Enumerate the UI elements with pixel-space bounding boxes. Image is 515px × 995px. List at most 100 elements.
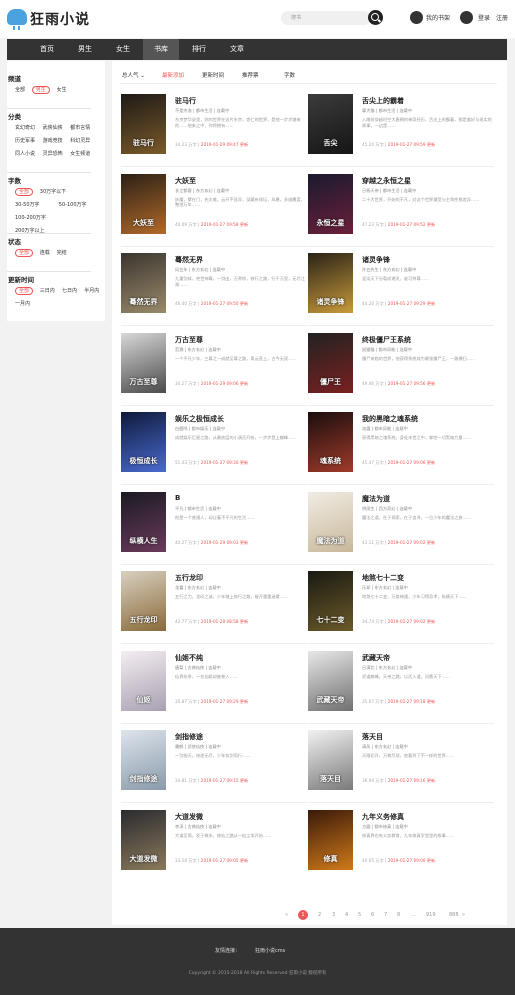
page-link[interactable]: » [462,910,465,920]
book-title[interactable]: B [175,494,180,502]
filter-option[interactable]: 男生 [31,86,50,94]
book-title[interactable]: 剑指修途 [175,732,203,742]
site-brand[interactable]: 狂雨小说 [30,9,90,29]
book-title[interactable]: 终极僵尸王系统 [362,335,411,345]
filter-option[interactable]: 三日内 [40,287,55,295]
book-title[interactable]: 落天目 [362,732,383,742]
nav-item[interactable]: 男生 [67,39,103,60]
filter-option[interactable]: 武侠仙侠 [43,124,63,132]
book-title[interactable]: 大道发微 [175,812,203,822]
filter-option[interactable]: 50-100万字 [59,201,87,209]
book-card[interactable]: 五行龙印 五行龙印 龙嘉 | 东方玄幻 | 连载中 五行之力，龙印之谜，少年踏上修行之… [121,571,311,643]
book-cover[interactable]: 落天目 [308,730,353,790]
book-title[interactable]: 九年义务修真 [362,812,404,822]
filter-option[interactable]: 100-200万字 [15,214,46,222]
page-link[interactable]: 8 [397,910,400,920]
sort-option[interactable]: 更新时间 [202,71,224,79]
book-cover[interactable]: 僵尸王 [308,332,353,393]
filter-option[interactable]: 玄幻奇幻 [15,124,35,132]
book-title[interactable]: 穿越之永恒之星 [362,176,411,186]
filter-option[interactable]: 全部 [15,188,34,196]
book-card[interactable]: 落天目 落天目 清风 | 东方玄幻 | 连载中 天眼初开，万物尽现，他看到了不一样的世… [308,730,498,802]
book-card[interactable]: 魔法为道 魔法为道 阴雨生 | 西方奇幻 | 连载中 魔法之道，在于探索，在于追寻，一… [308,491,498,564]
book-card[interactable]: 大道发微 大道发微 李淳 | 古典仙侠 | 连载中 大道至简，发于微末，修仙之路从一粒… [121,809,311,882]
book-title[interactable]: 驻马行 [175,96,196,106]
book-cover[interactable]: 修真 [308,809,353,870]
book-card[interactable]: 武藏天帝 武藏天帝 吕漠北 | 东方玄幻 | 连载中 武道巅峰，天帝之路，以武入道，问… [308,650,498,723]
book-cover[interactable]: 永恒之星 [308,173,353,234]
book-card[interactable]: 魂系统 我的黑暗之魂系统 洛霞 | 都市异能 | 连载中 获得黑暗之魂系统，身处末世之… [308,412,498,484]
filter-option[interactable]: 都市言情 [70,124,90,132]
book-cover[interactable]: 仙姬 [121,650,166,711]
book-cover[interactable]: 七十二变 [308,571,353,631]
filter-option[interactable]: 七日内 [62,287,77,295]
filter-option[interactable]: 30万字以下 [40,188,66,196]
filter-option[interactable]: 全部 [15,249,34,257]
bookshelf-icon[interactable] [410,11,423,24]
book-cover[interactable]: 诸灵争锋 [308,253,353,313]
book-title[interactable]: 地煞七十二变 [362,573,404,583]
book-card[interactable]: 舌尖 舌尖上的霸着 尊大猫 | 都市生活 | 连载中 入睡前穿越时空大唐朝的神奇经历，… [308,94,498,166]
friend-link[interactable]: 狂雨小说cms [255,947,285,954]
nav-item[interactable]: 文章 [219,39,255,60]
book-card[interactable]: 修真 九年义务修真 方圆 | 都市修真 | 连载中 修真界也有义务教育，九年修真学堂里… [308,809,498,882]
book-cover[interactable]: 纵横人生 [121,491,166,552]
sort-option[interactable]: 总人气 ⌄ [122,71,145,79]
search-input[interactable]: 搜书 [281,11,371,25]
book-title[interactable]: 仙姬不纯 [175,653,203,663]
book-cover[interactable]: 驻马行 [121,94,166,154]
page-link[interactable]: 5 [358,910,361,920]
nav-item[interactable]: 首页 [29,39,65,60]
book-title[interactable]: 娱乐之极恒成长 [175,414,224,424]
book-cover[interactable]: 极恒成长 [121,412,166,472]
page-link[interactable]: 3 [332,910,335,920]
book-card[interactable]: 纵横人生 B 平凡 | 都市生活 | 连载中 他是一个普通人，却过着不平凡的生活…… 4… [121,491,311,564]
filter-option[interactable]: 连载 [40,249,50,257]
book-card[interactable]: 七十二变 地煞七十二变 乐邦 | 东方玄幻 | 连载中 地煞七十二变，万般神通，少年习… [308,571,498,643]
filter-option[interactable]: 半月内 [84,287,99,295]
filter-option[interactable]: 30-50万字 [15,201,40,209]
filter-option[interactable]: 科幻灵异 [70,137,90,145]
book-card[interactable]: 僵尸王 终极僵尸王系统 鼠猫猫 | 都市异能 | 连载中 僵尸来临的世界，他获得系统成… [308,332,498,405]
book-title[interactable]: 魔法为道 [362,494,390,504]
filter-option[interactable]: 全部 [15,287,34,295]
book-card[interactable]: 驻马行 驻马行 不是杰洛 | 都市生活 | 连载中 东京梦华录里，你的世界在这片东京，… [121,94,311,166]
book-title[interactable]: 诸灵争锋 [362,255,390,265]
book-title[interactable]: 武藏天帝 [362,653,390,663]
book-card[interactable]: 剑指修途 剑指修途 墨鹤 | 武侠仙侠 | 连载中 一剑指天，修途无尽，少年执剑而行…… [121,730,311,802]
sort-option[interactable]: 推荐票 [242,71,259,79]
bookshelf-link[interactable]: 我的书架 [426,13,450,22]
book-card[interactable]: 仙姬 仙姬不纯 唐梨 | 古典仙侠 | 连载中 仙界纷争，一名仙姬却被卷入…… 35.8… [121,650,311,723]
book-cover[interactable]: 剑指修途 [121,730,166,790]
filter-option[interactable]: 游戏竞技 [43,137,63,145]
book-title[interactable]: 蓦然无界 [175,255,203,265]
book-cover[interactable]: 大道发微 [121,809,166,870]
page-link[interactable]: 1 [298,910,308,920]
page-link[interactable]: 4 [345,910,348,920]
book-title[interactable]: 大妖至 [175,176,196,186]
book-card[interactable]: 极恒成长 娱乐之极恒成长 白鹿鸣 | 都市娱乐 | 连载中 成就娱乐巨星之路，从最底层… [121,412,311,484]
page-link[interactable]: 7 [384,910,387,920]
page-link[interactable]: 6 [371,910,374,920]
sort-option-active[interactable]: 最新添加 [162,71,184,79]
book-cover[interactable]: 武藏天帝 [308,650,353,711]
nav-item-active[interactable]: 书库 [143,39,179,60]
book-cover[interactable]: 魔法为道 [308,491,353,552]
search-icon[interactable] [368,10,383,25]
book-title[interactable]: 我的黑暗之魂系统 [362,414,418,424]
book-card[interactable]: 蓦然无界 蓦然无界 风五年 | 东方玄幻 | 连载中 九重剑体，绝世神尊，一剑出，万界… [121,253,311,325]
page-link[interactable]: 919 [426,910,436,920]
book-cover[interactable]: 舌尖 [308,94,353,154]
user-icon[interactable] [460,11,473,24]
filter-option[interactable]: 女生频道 [70,150,90,158]
filter-option[interactable]: 完结 [57,249,67,257]
filter-option[interactable]: 全部 [15,86,25,94]
page-link[interactable]: « [285,910,288,920]
book-title[interactable]: 五行龙印 [175,573,203,583]
register-link[interactable]: 注册 [496,13,508,22]
nav-item[interactable]: 女生 [105,39,141,60]
book-cover[interactable]: 万古至尊 [121,332,166,393]
page-link[interactable]: 888 [449,910,459,920]
cloud-logo-icon[interactable] [7,9,27,30]
book-title[interactable]: 舌尖上的霸着 [362,96,404,106]
